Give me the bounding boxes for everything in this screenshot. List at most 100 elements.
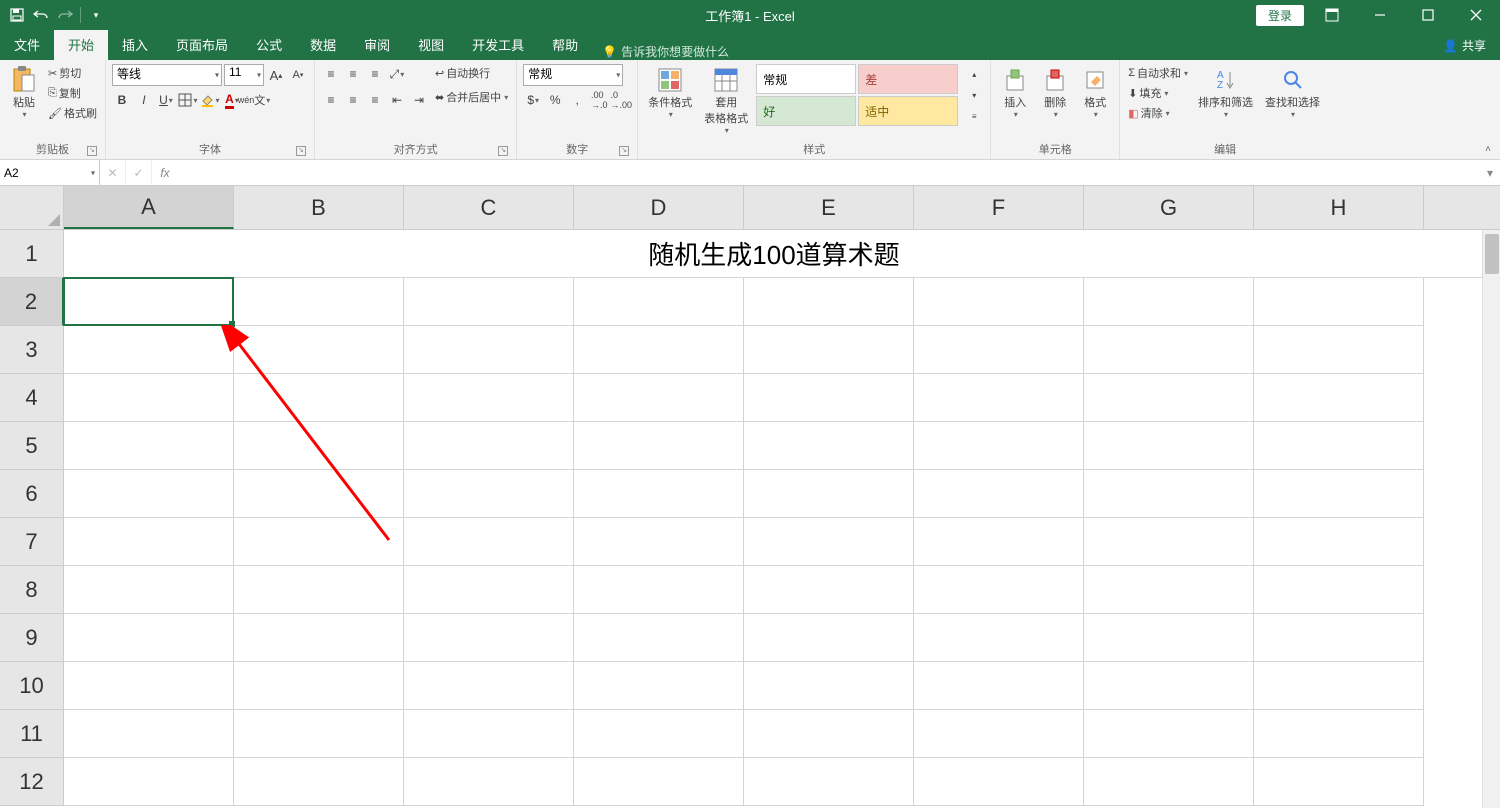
clipboard-launcher[interactable]: ↘ <box>87 146 97 156</box>
cell-e5[interactable] <box>744 422 914 470</box>
gallery-down-button[interactable]: ▾ <box>964 85 984 105</box>
cell-h3[interactable] <box>1254 326 1424 374</box>
cell-f9[interactable] <box>914 614 1084 662</box>
gallery-up-button[interactable]: ▴ <box>964 64 984 84</box>
row-header-3[interactable]: 3 <box>0 326 64 374</box>
cut-button[interactable]: ✂剪切 <box>46 64 99 82</box>
cell-h4[interactable] <box>1254 374 1424 422</box>
cell-c12[interactable] <box>404 758 574 806</box>
tab-review[interactable]: 审阅 <box>350 29 404 60</box>
cell-d7[interactable] <box>574 518 744 566</box>
decrease-indent-button[interactable]: ⇤ <box>387 90 407 110</box>
tab-layout[interactable]: 页面布局 <box>162 29 242 60</box>
find-select-button[interactable]: 查找和选择▾ <box>1261 64 1324 121</box>
cancel-formula-button[interactable]: ✕ <box>100 160 126 185</box>
cell-c9[interactable] <box>404 614 574 662</box>
row-header-10[interactable]: 10 <box>0 662 64 710</box>
cell-f7[interactable] <box>914 518 1084 566</box>
cell-f12[interactable] <box>914 758 1084 806</box>
row-header-6[interactable]: 6 <box>0 470 64 518</box>
row-header-9[interactable]: 9 <box>0 614 64 662</box>
cell-c6[interactable] <box>404 470 574 518</box>
cell-f6[interactable] <box>914 470 1084 518</box>
cell-a5[interactable] <box>64 422 234 470</box>
cell-d10[interactable] <box>574 662 744 710</box>
cell-g8[interactable] <box>1084 566 1254 614</box>
cell-e4[interactable] <box>744 374 914 422</box>
phonetic-button[interactable]: wén文▾ <box>244 90 264 110</box>
cell-f3[interactable] <box>914 326 1084 374</box>
cell-e11[interactable] <box>744 710 914 758</box>
cell-e2[interactable] <box>744 278 914 326</box>
cell-g6[interactable] <box>1084 470 1254 518</box>
tab-view[interactable]: 视图 <box>404 29 458 60</box>
fill-color-button[interactable]: ▾ <box>200 90 220 110</box>
tab-help[interactable]: 帮助 <box>538 29 592 60</box>
fill-button[interactable]: ⬇填充▾ <box>1126 84 1190 102</box>
paste-button[interactable]: 粘贴▾ <box>6 64 42 121</box>
qat-customize-icon[interactable]: ▾ <box>87 6 105 24</box>
align-right-button[interactable]: ≡ <box>365 90 385 110</box>
row-header-8[interactable]: 8 <box>0 566 64 614</box>
number-format-combo[interactable]: 常规▾ <box>523 64 623 86</box>
undo-icon[interactable] <box>32 6 50 24</box>
cell-a7[interactable] <box>64 518 234 566</box>
cell-g4[interactable] <box>1084 374 1254 422</box>
increase-decimal-button[interactable]: .00→.0 <box>589 90 609 110</box>
cell-b12[interactable] <box>234 758 404 806</box>
redo-icon[interactable] <box>56 6 74 24</box>
copy-button[interactable]: ⎘复制 <box>46 84 99 102</box>
sort-filter-button[interactable]: AZ排序和筛选▾ <box>1194 64 1257 121</box>
cell-g11[interactable] <box>1084 710 1254 758</box>
cell-f8[interactable] <box>914 566 1084 614</box>
col-header-h[interactable]: H <box>1254 186 1424 229</box>
autosum-button[interactable]: Σ自动求和▾ <box>1126 64 1190 82</box>
cell-b6[interactable] <box>234 470 404 518</box>
cell-a1-merged-title[interactable]: 随机生成100道算术题 <box>64 230 1484 278</box>
col-header-f[interactable]: F <box>914 186 1084 229</box>
cell-h6[interactable] <box>1254 470 1424 518</box>
cell-a11[interactable] <box>64 710 234 758</box>
tell-me-search[interactable]: 💡 告诉我你想要做什么 <box>592 43 739 60</box>
cell-d2[interactable] <box>574 278 744 326</box>
cell-b7[interactable] <box>234 518 404 566</box>
align-top-button[interactable]: ≡ <box>321 64 341 84</box>
cell-h5[interactable] <box>1254 422 1424 470</box>
name-box[interactable]: A2▾ <box>0 160 100 185</box>
font-launcher[interactable]: ↘ <box>296 146 306 156</box>
col-header-c[interactable]: C <box>404 186 574 229</box>
cell-c4[interactable] <box>404 374 574 422</box>
row-header-7[interactable]: 7 <box>0 518 64 566</box>
cell-a6[interactable] <box>64 470 234 518</box>
cell-e3[interactable] <box>744 326 914 374</box>
cell-a8[interactable] <box>64 566 234 614</box>
select-all-button[interactable] <box>0 186 64 229</box>
align-bottom-button[interactable]: ≡ <box>365 64 385 84</box>
col-header-b[interactable]: B <box>234 186 404 229</box>
clear-button[interactable]: ◧清除▾ <box>1126 104 1190 122</box>
minimize-button[interactable] <box>1360 1 1400 29</box>
cell-e7[interactable] <box>744 518 914 566</box>
cell-c5[interactable] <box>404 422 574 470</box>
col-header-d[interactable]: D <box>574 186 744 229</box>
cell-a9[interactable] <box>64 614 234 662</box>
cell-d6[interactable] <box>574 470 744 518</box>
vertical-scrollbar[interactable] <box>1482 230 1500 808</box>
orientation-button[interactable]: ⤢▾ <box>387 64 407 84</box>
row-header-2[interactable]: 2 <box>0 278 64 326</box>
cell-a10[interactable] <box>64 662 234 710</box>
tab-developer[interactable]: 开发工具 <box>458 29 538 60</box>
cell-g10[interactable] <box>1084 662 1254 710</box>
cell-a3[interactable] <box>64 326 234 374</box>
collapse-ribbon-button[interactable]: ˄ <box>1476 60 1500 159</box>
cell-g7[interactable] <box>1084 518 1254 566</box>
style-good[interactable]: 好 <box>756 96 856 126</box>
cell-h7[interactable] <box>1254 518 1424 566</box>
cell-b10[interactable] <box>234 662 404 710</box>
cell-e6[interactable] <box>744 470 914 518</box>
cell-f2[interactable] <box>914 278 1084 326</box>
cell-a2[interactable] <box>64 278 234 326</box>
percent-button[interactable]: % <box>545 90 565 110</box>
tab-file[interactable]: 文件 <box>0 29 54 60</box>
cell-h10[interactable] <box>1254 662 1424 710</box>
